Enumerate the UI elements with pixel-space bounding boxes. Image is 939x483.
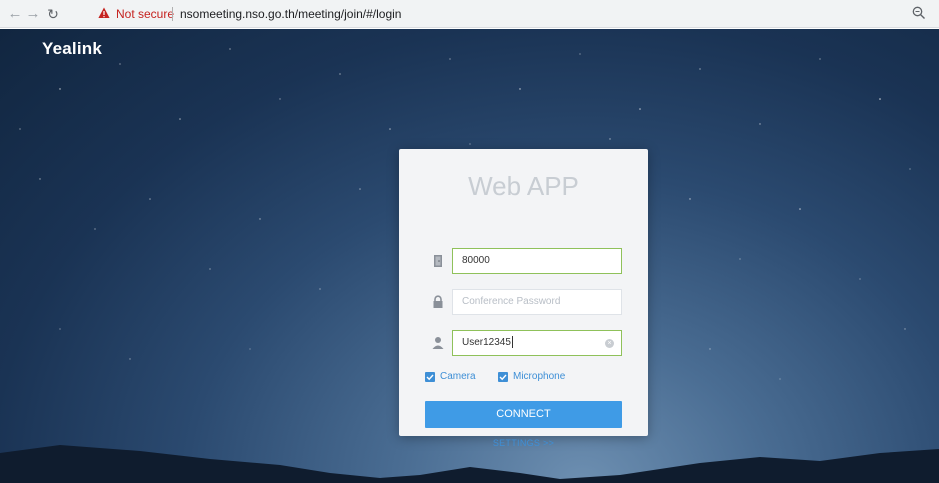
media-options: Camera Microphone xyxy=(425,371,622,385)
microphone-checkbox[interactable] xyxy=(498,372,508,382)
connect-button[interactable]: CONNECT xyxy=(425,401,622,428)
text-caret xyxy=(511,336,513,349)
clear-icon[interactable]: × xyxy=(605,339,614,348)
user-icon xyxy=(425,330,451,356)
url-text[interactable]: nsomeeting.nso.go.th/meeting/join/#/logi… xyxy=(180,4,401,24)
conference-id-row: 80000 xyxy=(425,248,622,274)
browser-toolbar: ← → ↻ Not secure nsomeeting.nso.go.th/me… xyxy=(0,0,939,28)
camera-checkbox[interactable] xyxy=(425,372,435,382)
camera-label[interactable]: Camera xyxy=(440,371,476,383)
username-row: User12345 × xyxy=(425,330,622,356)
card-title: Web APP xyxy=(468,171,579,201)
warning-icon[interactable] xyxy=(98,7,110,19)
arrow-left-icon[interactable]: ← xyxy=(6,5,24,23)
brand-logo: Yealink xyxy=(42,39,102,58)
reload-icon[interactable]: ↻ xyxy=(44,5,62,23)
door-icon xyxy=(425,248,451,274)
password-row: Conference Password xyxy=(425,289,622,315)
arrow-right-icon[interactable]: → xyxy=(24,5,42,23)
lock-icon xyxy=(425,289,451,315)
settings-link[interactable]: SETTINGS >> xyxy=(399,438,648,448)
username-input[interactable]: User12345 × xyxy=(452,330,622,356)
address-bar[interactable]: Not secure nsomeeting.nso.go.th/meeting/… xyxy=(88,4,933,24)
omnibox-divider xyxy=(172,7,173,21)
conference-id-input[interactable]: 80000 xyxy=(452,248,622,274)
page-background: Yealink Web APP 80000 Conference Passwor… xyxy=(0,29,939,483)
security-status[interactable]: Not secure xyxy=(116,4,174,24)
username-value: User12345 xyxy=(462,337,511,348)
microphone-label[interactable]: Microphone xyxy=(513,371,565,383)
password-input[interactable]: Conference Password xyxy=(452,289,622,315)
login-card: Web APP 80000 Conference Password User12… xyxy=(399,149,648,448)
zoom-icon[interactable] xyxy=(911,5,927,21)
